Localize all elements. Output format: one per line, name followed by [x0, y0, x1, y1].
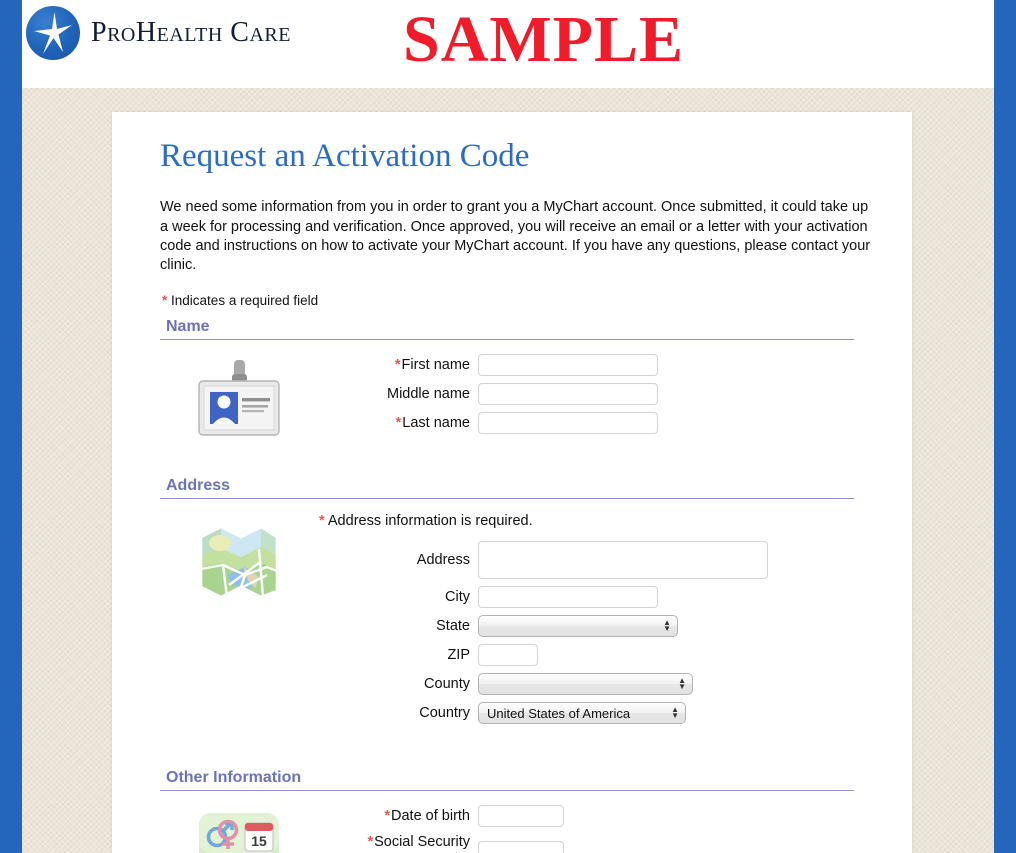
- label-address: Address: [416, 552, 470, 569]
- field-row-county: County ▲ ▼: [318, 673, 872, 696]
- right-blue-border: [994, 0, 1016, 853]
- label-last-name: *Last name: [318, 415, 478, 432]
- label-middle-name: Middle name: [386, 386, 470, 403]
- required-asterisk: *: [162, 293, 168, 309]
- city-input[interactable]: [478, 586, 658, 609]
- page-root: ProHealth Care SAMPLE Request an Activat…: [0, 0, 1016, 853]
- site-header: ProHealth Care SAMPLE: [22, 0, 994, 88]
- field-row-last-name: *Last name: [318, 412, 872, 435]
- middle-name-input[interactable]: [478, 383, 658, 406]
- country-select[interactable]: United States of America ▲ ▼: [478, 702, 686, 725]
- svg-text:15: 15: [251, 833, 267, 849]
- field-row-city: City: [318, 586, 872, 609]
- required-asterisk: *: [395, 415, 402, 432]
- address-required-text: Address information is required.: [327, 513, 533, 530]
- required-field-note: * Indicates a required field: [162, 293, 872, 308]
- address-required-message: * Address information is required.: [319, 513, 872, 529]
- section-header-address: Address: [160, 477, 854, 500]
- field-row-middle-name: Middle name: [318, 383, 872, 406]
- field-row-address: Address: [318, 541, 872, 580]
- county-select[interactable]: ▲ ▼: [478, 673, 693, 696]
- section-body-address: * Address information is required. Addre…: [160, 499, 872, 731]
- label-county: County: [424, 676, 470, 693]
- address-fields: * Address information is required. Addre…: [318, 513, 872, 731]
- label-text: Date of birth: [391, 808, 470, 825]
- label-zip: ZIP: [447, 647, 470, 664]
- required-asterisk: *: [367, 834, 374, 851]
- content-card: Request an Activation Code We need some …: [112, 112, 912, 853]
- zip-input[interactable]: [478, 644, 538, 667]
- brand-wordmark: ProHealth Care: [91, 17, 291, 48]
- sample-watermark: SAMPLE: [403, 3, 685, 76]
- intro-paragraph: We need some information from you in ord…: [160, 199, 871, 274]
- left-blue-border: [0, 0, 22, 853]
- chevron-updown-icon: ▲ ▼: [671, 705, 679, 721]
- brand-logo[interactable]: ProHealth Care: [26, 6, 291, 60]
- state-select[interactable]: ▲ ▼: [478, 615, 678, 638]
- other-information-fields: *Date of birth *Social Security number H…: [318, 805, 872, 853]
- date-of-birth-input[interactable]: [478, 805, 564, 828]
- address-input[interactable]: [478, 541, 768, 580]
- label-text: Last name: [402, 415, 470, 432]
- field-row-first-name: *First name: [318, 354, 872, 377]
- field-row-date-of-birth: *Date of birth: [318, 805, 872, 828]
- label-date-of-birth: *Date of birth: [318, 808, 478, 825]
- country-select-value: United States of America: [487, 705, 631, 721]
- gender-calendar-phone-email-icon: 15 @: [160, 805, 318, 853]
- required-asterisk: *: [384, 808, 390, 825]
- chevron-updown-icon: ▲ ▼: [663, 618, 671, 634]
- section-body-name: *First name Middle name *Last name: [160, 340, 872, 441]
- chevron-updown-icon: ▲ ▼: [678, 676, 686, 692]
- label-city: City: [445, 589, 470, 606]
- field-row-state: State ▲ ▼: [318, 615, 872, 638]
- required-asterisk: *: [319, 513, 325, 530]
- last-name-input[interactable]: [478, 412, 658, 435]
- field-row-social-security-number: *Social Security number: [318, 834, 872, 853]
- label-country: Country: [419, 705, 470, 722]
- label-social-security-number: *Social Security number: [318, 834, 478, 853]
- label-text: First name: [401, 357, 471, 374]
- required-asterisk: *: [394, 357, 401, 374]
- section-header-name: Name: [160, 318, 854, 341]
- label-text: Social Security number: [374, 834, 470, 853]
- social-security-number-input[interactable]: [478, 840, 564, 853]
- field-row-country: Country United States of America ▲ ▼: [318, 702, 872, 725]
- section-header-other-information: Other Information: [160, 769, 854, 792]
- label-state: State: [436, 618, 470, 635]
- field-row-zip: ZIP: [318, 644, 872, 667]
- section-body-other-information: 15 @: [160, 791, 872, 853]
- first-name-input[interactable]: [478, 354, 658, 377]
- prohealth-star-circle-icon: [26, 6, 80, 60]
- label-first-name: *First name: [318, 357, 478, 374]
- required-note-text: Indicates a required field: [171, 293, 319, 309]
- id-badge-icon: [160, 354, 318, 438]
- folded-map-icon: [160, 513, 318, 603]
- name-fields: *First name Middle name *Last name: [318, 354, 872, 441]
- page-title: Request an Activation Code: [160, 138, 530, 174]
